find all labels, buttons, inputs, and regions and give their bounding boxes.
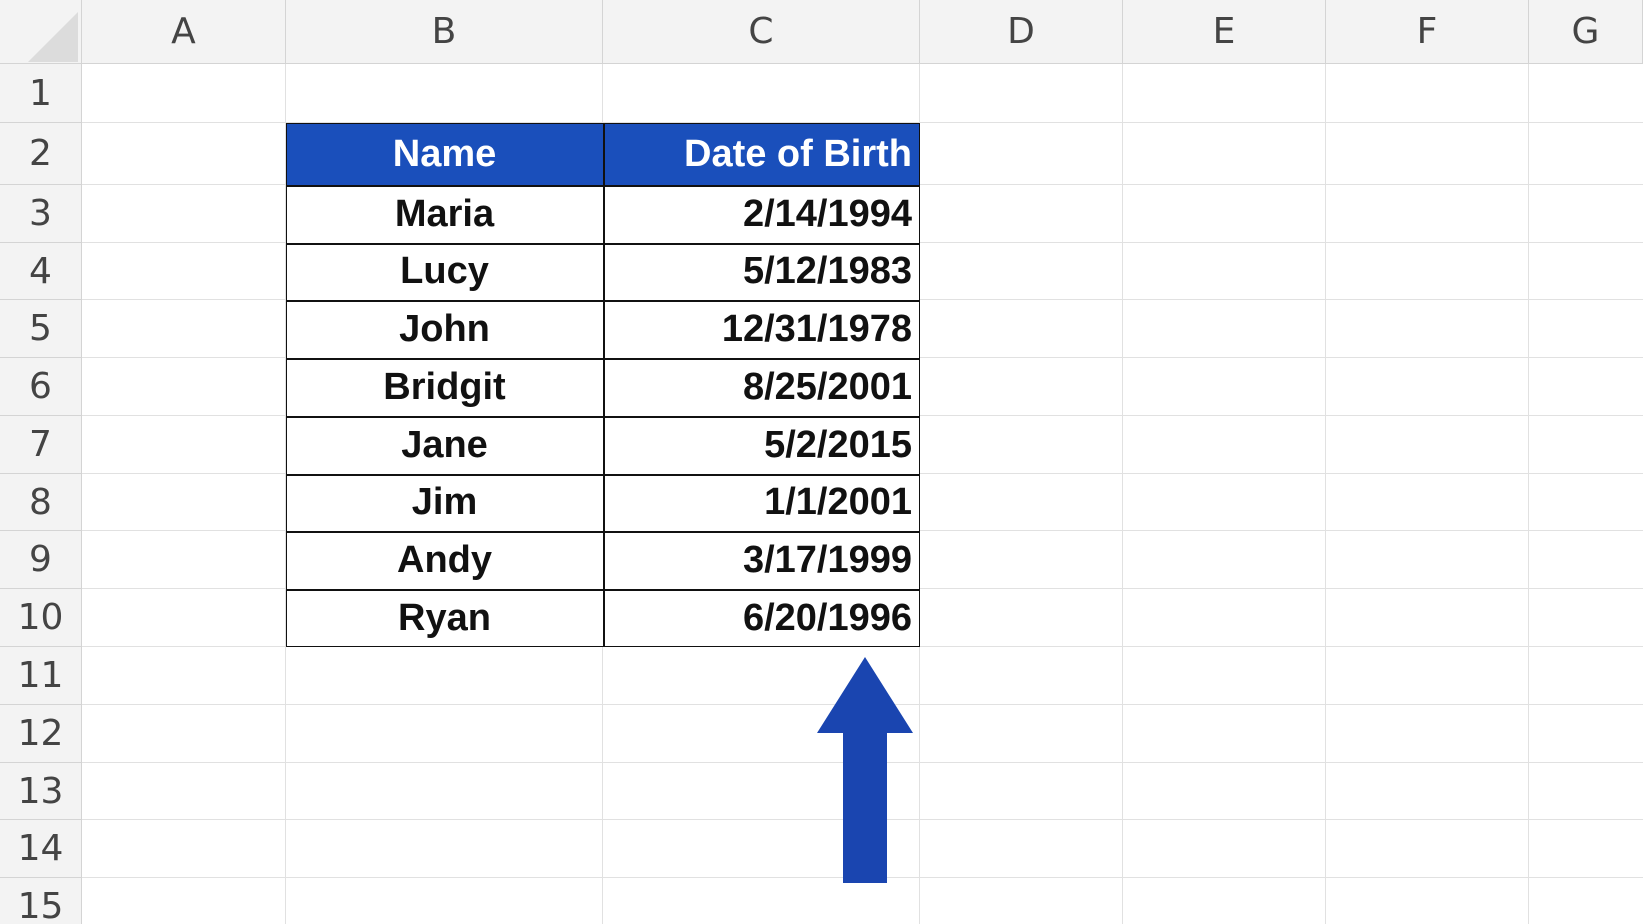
gridline-vertical: [1528, 64, 1529, 924]
date-of-birth-cell[interactable]: 6/20/1996: [603, 589, 920, 647]
date-of-birth-cell[interactable]: 12/31/1978: [603, 300, 920, 358]
row-header-4[interactable]: 4: [0, 243, 82, 300]
name-cell[interactable]: Jim: [286, 474, 603, 531]
spreadsheet-grid: ABCDEFG 1 2 3 4 5 6 7 8 9 10 11 12 13 14 15 Name Date o…: [0, 0, 1643, 924]
name-cell[interactable]: Lucy: [286, 243, 603, 300]
select-all-triangle-icon: [28, 12, 78, 62]
row-header-1[interactable]: 1: [0, 64, 82, 123]
name-cell[interactable]: Andy: [286, 531, 603, 589]
row-header-7[interactable]: 7: [0, 416, 82, 474]
row-header-8[interactable]: 8: [0, 474, 82, 531]
name-cell[interactable]: Jane: [286, 416, 603, 474]
row-header-10[interactable]: 10: [0, 589, 82, 647]
column-header-a[interactable]: A: [82, 0, 286, 64]
column-header-c[interactable]: C: [603, 0, 920, 64]
gridline-vertical: [1325, 64, 1326, 924]
row-header-12[interactable]: 12: [0, 705, 82, 763]
header-cell-date-of-birth[interactable]: Date of Birth: [603, 123, 920, 185]
date-of-birth-cell[interactable]: 1/1/2001: [603, 474, 920, 531]
column-header-f[interactable]: F: [1326, 0, 1529, 64]
row-header-13[interactable]: 13: [0, 763, 82, 820]
name-cell[interactable]: John: [286, 300, 603, 358]
name-cell[interactable]: Ryan: [286, 589, 603, 647]
row-header-5[interactable]: 5: [0, 300, 82, 358]
row-header-11[interactable]: 11: [0, 647, 82, 705]
row-header-3[interactable]: 3: [0, 185, 82, 243]
column-header-e[interactable]: E: [1123, 0, 1326, 64]
name-cell[interactable]: Maria: [286, 185, 603, 243]
row-header-6[interactable]: 6: [0, 358, 82, 416]
date-of-birth-cell[interactable]: 3/17/1999: [603, 531, 920, 589]
date-of-birth-cell[interactable]: 8/25/2001: [603, 358, 920, 416]
header-cell-name[interactable]: Name: [286, 123, 603, 185]
date-of-birth-cell[interactable]: 2/14/1994: [603, 185, 920, 243]
column-header-d[interactable]: D: [920, 0, 1123, 64]
name-cell[interactable]: Bridgit: [286, 358, 603, 416]
row-header-2[interactable]: 2: [0, 123, 82, 185]
row-header-14[interactable]: 14: [0, 820, 82, 878]
date-of-birth-cell[interactable]: 5/12/1983: [603, 243, 920, 300]
gridline-vertical: [1122, 64, 1123, 924]
row-header-15[interactable]: 15: [0, 878, 82, 924]
column-header-b[interactable]: B: [286, 0, 603, 64]
arrow-up-icon: [817, 657, 913, 883]
column-header-g[interactable]: G: [1529, 0, 1643, 64]
select-all-corner[interactable]: [0, 0, 82, 64]
date-of-birth-cell[interactable]: 5/2/2015: [603, 416, 920, 474]
row-header-9[interactable]: 9: [0, 531, 82, 589]
